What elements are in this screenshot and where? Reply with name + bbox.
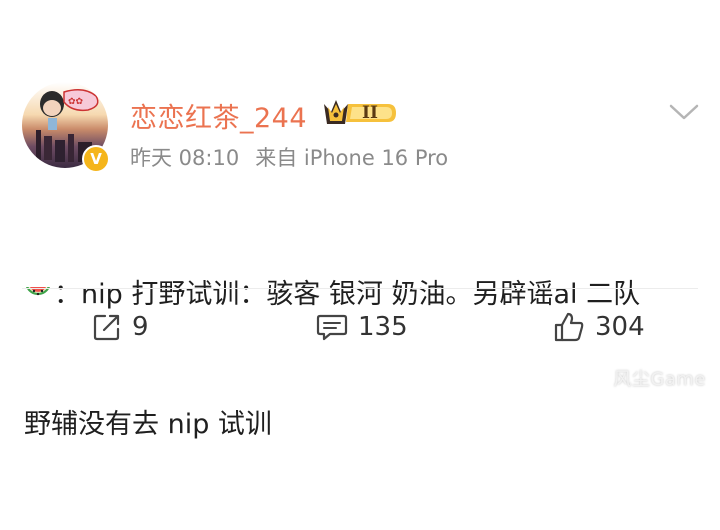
crown-level-icon[interactable]: II <box>322 96 398 130</box>
username[interactable]: 恋恋红茶_244 <box>130 96 307 135</box>
repost-count: 9 <box>132 312 149 342</box>
repost-button[interactable]: 9 <box>92 308 149 346</box>
post-meta: 昨天 08:10 来自 iPhone 16 Pro <box>130 142 448 172</box>
svg-text:✿✿: ✿✿ <box>68 97 84 107</box>
repost-icon <box>93 314 120 341</box>
vip-badge: V <box>82 145 110 173</box>
content-text-2: 野辅没有去 nip 试训 <box>24 409 272 440</box>
watermelon-icon <box>24 278 52 320</box>
content-text-1: ：nip 打野试训：骇客 银河 奶油。另辟谣al 二队 <box>54 279 641 310</box>
thumbs-up-icon <box>554 312 584 342</box>
chevron-down-icon[interactable] <box>668 102 700 122</box>
comment-button[interactable]: 135 <box>316 308 408 346</box>
watermark: 风尘Game <box>613 369 706 390</box>
like-count: 304 <box>595 312 645 342</box>
post-time: 昨天 08:10 <box>130 146 240 170</box>
divider <box>22 288 698 289</box>
weibo-post: ✿✿ V 恋恋红茶_244 II 昨天 08:10 来自 iPhone 16 Pr… <box>0 0 720 440</box>
like-button[interactable]: 304 <box>553 308 645 346</box>
post-source: 来自 iPhone 16 Pro <box>255 146 449 170</box>
post-content: ：nip 打野试训：骇客 银河 奶油。另辟谣al 二队 野辅没有去 nip 试训 <box>24 190 704 530</box>
comment-count: 135 <box>358 312 408 342</box>
comment-icon <box>316 314 348 341</box>
level-badge-label: II <box>362 103 378 123</box>
